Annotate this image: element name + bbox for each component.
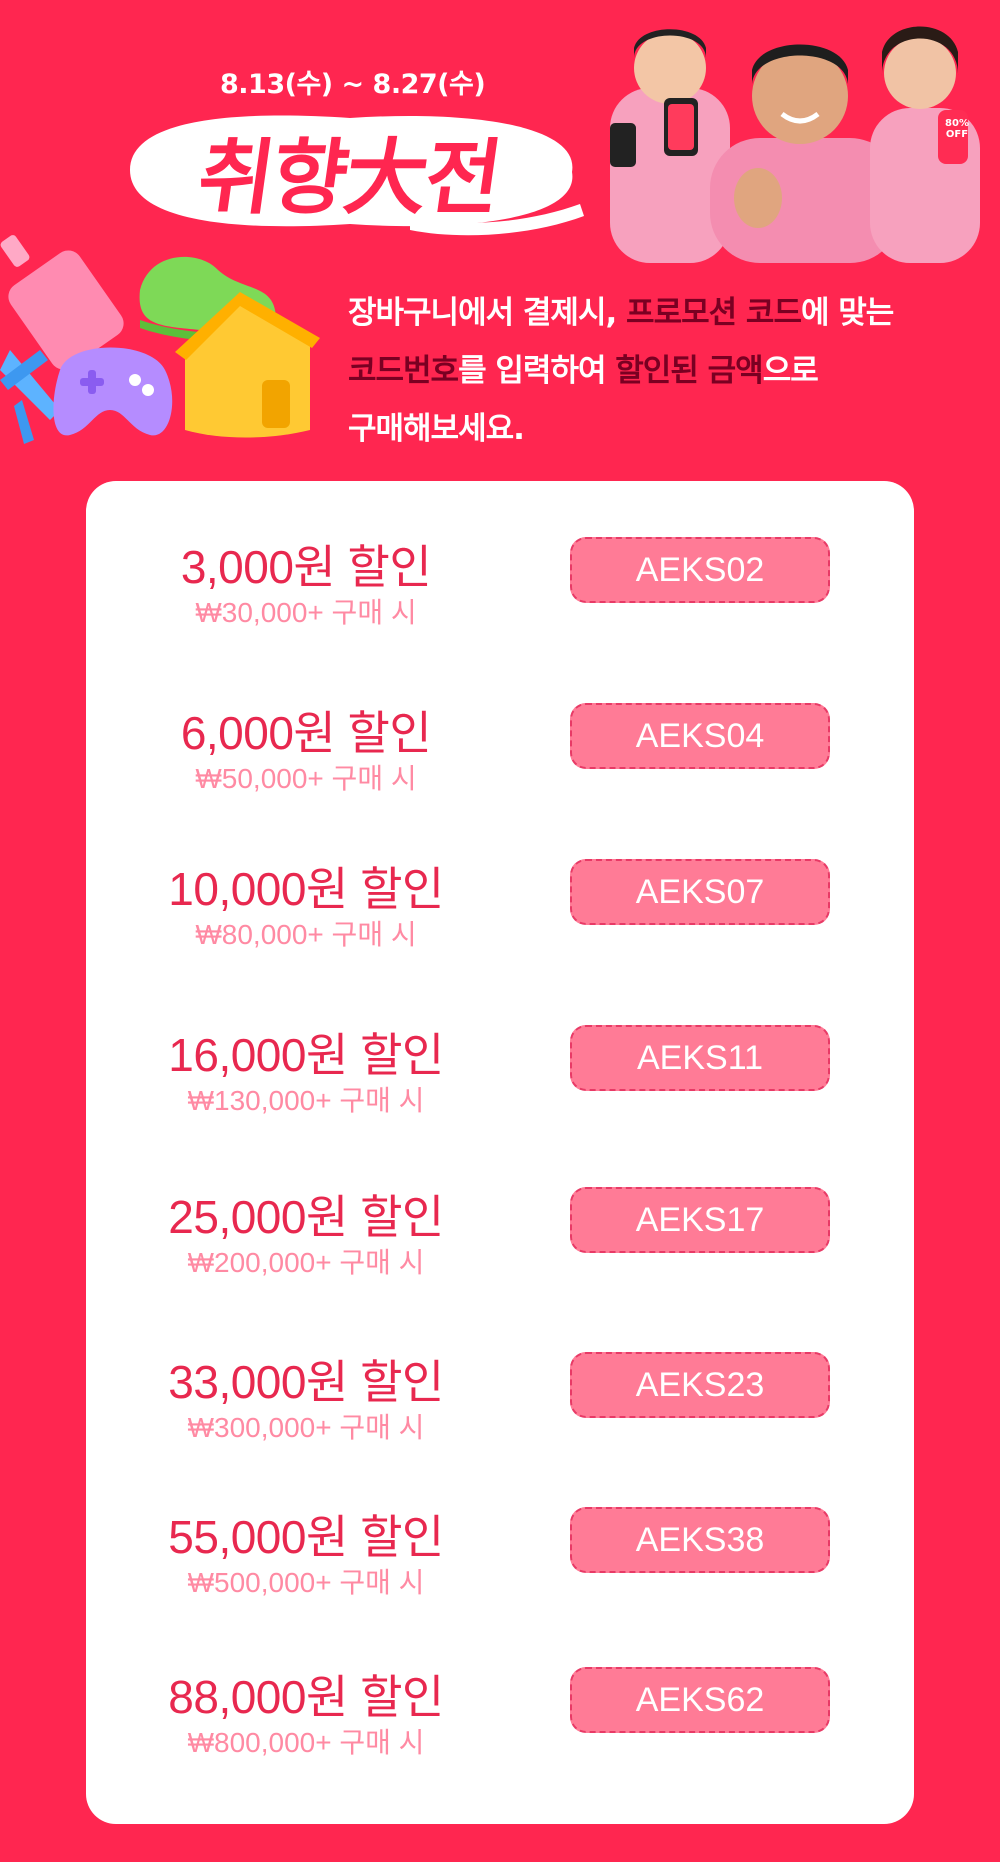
- promo-code-button[interactable]: AEKS23: [570, 1352, 830, 1418]
- discount-amount: 33,000원 할인: [168, 1356, 444, 1408]
- discount-amount: 10,000원 할인: [168, 863, 444, 915]
- coupon-row: 25,000원 할인 ₩200,000+ 구매 시 AEKS17: [86, 1181, 914, 1291]
- promo-code-button[interactable]: AEKS02: [570, 537, 830, 603]
- promo-code-button[interactable]: AEKS62: [570, 1667, 830, 1733]
- purchase-condition: ₩800,000+ 구매 시: [187, 1727, 425, 1758]
- instruction-part: 를 입력하여: [458, 353, 616, 389]
- decorative-objects: [0, 235, 320, 444]
- promo-code-button[interactable]: AEKS04: [570, 703, 830, 769]
- coupon-row: 33,000원 할인 ₩300,000+ 구매 시 AEKS23: [86, 1346, 914, 1456]
- instruction-highlight: 코드번호: [348, 353, 459, 389]
- event-logo: 취향大전: [110, 100, 590, 240]
- instruction-highlight: 프로모션 코드: [626, 295, 802, 331]
- purchase-condition: ₩80,000+ 구매 시: [195, 919, 417, 950]
- purchase-condition: ₩130,000+ 구매 시: [187, 1085, 425, 1116]
- discount-amount: 55,000원 할인: [168, 1511, 444, 1563]
- event-date-range: 8.13(수) ~ 8.27(수): [220, 69, 486, 100]
- coupon-row: 3,000원 할인 ₩30,000+ 구매 시 AEKS02: [86, 531, 914, 641]
- logo-text: 취향大전: [192, 130, 506, 226]
- discount-amount: 88,000원 할인: [168, 1671, 444, 1723]
- instruction-part: 장바구니에서 결제시,: [348, 295, 627, 331]
- endorsers-image: [610, 26, 980, 263]
- airplane-icon: [0, 350, 60, 444]
- instruction-text: 장바구니에서 결제시, 프로모션 코드에 맞는 코드번호를 입력하여 할인된 금…: [348, 284, 988, 458]
- coupon-row: 55,000원 할인 ₩500,000+ 구매 시 AEKS38: [86, 1501, 914, 1611]
- coupon-row: 10,000원 할인 ₩80,000+ 구매 시 AEKS07: [86, 853, 914, 963]
- promo-code-button[interactable]: AEKS07: [570, 859, 830, 925]
- purchase-condition: ₩200,000+ 구매 시: [187, 1247, 425, 1278]
- discount-amount: 6,000원 할인: [180, 707, 432, 759]
- discount-amount: 16,000원 할인: [168, 1029, 444, 1081]
- promo-code-button[interactable]: AEKS38: [570, 1507, 830, 1573]
- discount-amount: 25,000원 할인: [168, 1191, 444, 1243]
- coupon-row: 16,000원 할인 ₩130,000+ 구매 시 AEKS11: [86, 1019, 914, 1129]
- phone-badge: 80% OFF: [945, 118, 969, 140]
- coupon-row: 88,000원 할인 ₩800,000+ 구매 시 AEKS62: [86, 1661, 914, 1771]
- promo-code-button[interactable]: AEKS17: [570, 1187, 830, 1253]
- discount-amount: 3,000원 할인: [180, 541, 432, 593]
- instruction-highlight: 할인된 금액: [615, 353, 763, 389]
- coupon-row: 6,000원 할인 ₩50,000+ 구매 시 AEKS04: [86, 697, 914, 807]
- purchase-condition: ₩30,000+ 구매 시: [195, 597, 417, 628]
- purchase-condition: ₩500,000+ 구매 시: [187, 1567, 425, 1598]
- instruction-part: 에 맞는: [800, 295, 894, 331]
- coupon-card: 3,000원 할인 ₩30,000+ 구매 시 AEKS02 6,000원 할인…: [86, 481, 914, 1824]
- instruction-part: 으로: [762, 353, 819, 389]
- purchase-condition: ₩300,000+ 구매 시: [187, 1412, 425, 1443]
- game-controller-icon: [53, 347, 173, 436]
- instruction-part: 구매해보세요.: [348, 411, 525, 447]
- purchase-condition: ₩50,000+ 구매 시: [195, 763, 417, 794]
- promo-banner: 8.13(수) ~ 8.27(수) 취향大전 80% OFF 장바구니에서 결제…: [0, 0, 1000, 480]
- promo-code-button[interactable]: AEKS11: [570, 1025, 830, 1091]
